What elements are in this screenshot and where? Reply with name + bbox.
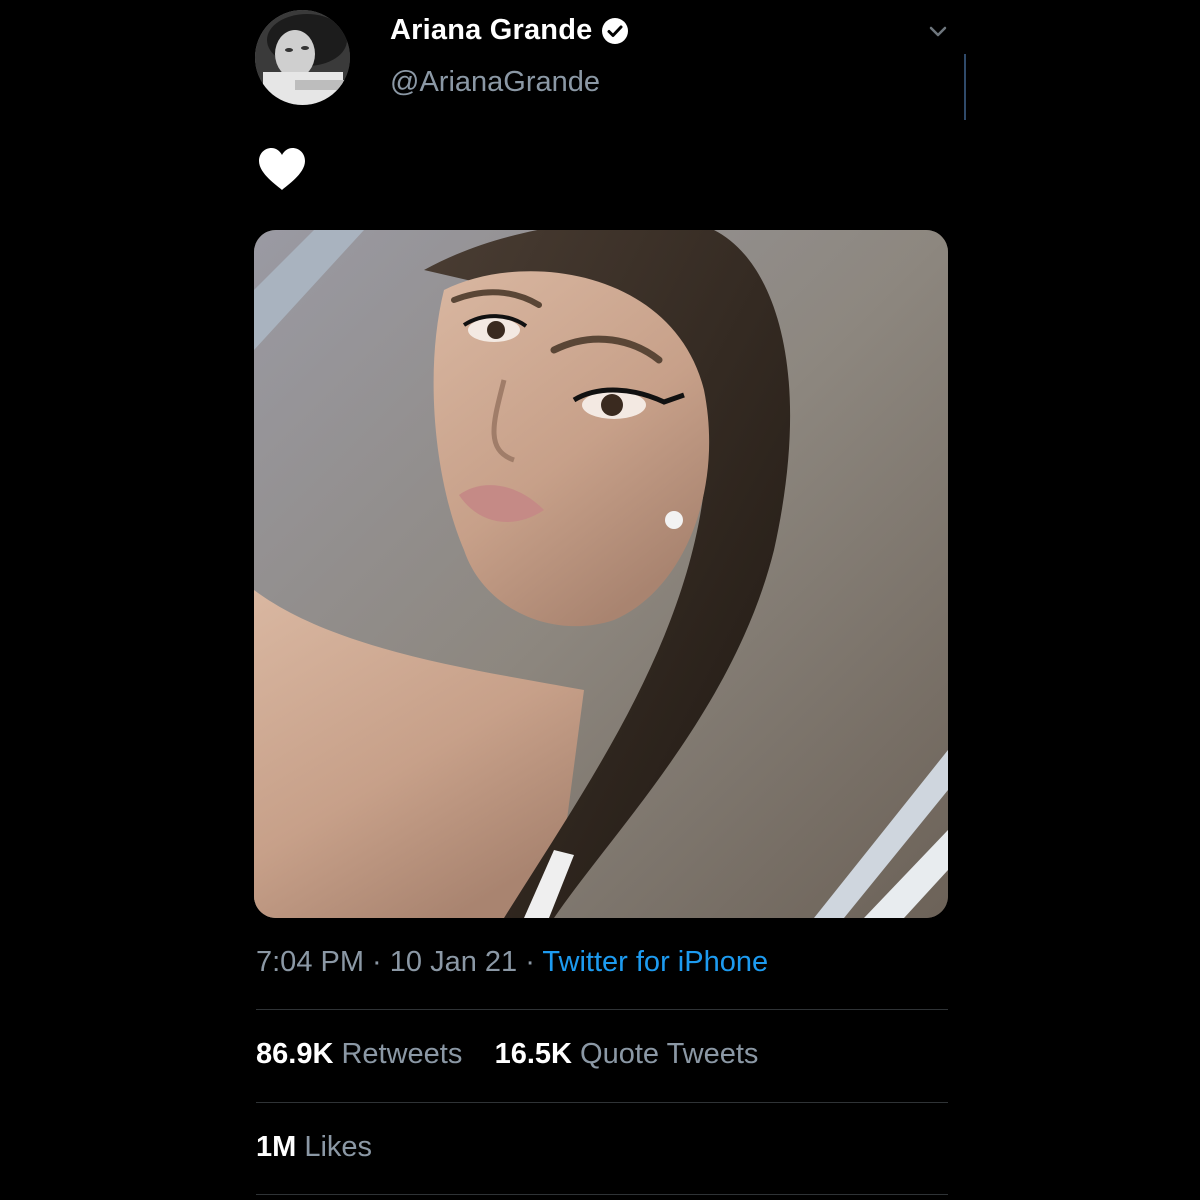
meta-separator: · [364, 946, 390, 978]
tweet-date[interactable]: 10 Jan 21 [390, 946, 517, 978]
divider [256, 1009, 948, 1010]
likes-stat[interactable]: 1M Likes [256, 1131, 372, 1164]
retweets-stat[interactable]: 86.9K Retweets [256, 1038, 462, 1070]
tweet-time[interactable]: 7:04 PM [256, 946, 364, 978]
meta-separator: · [517, 946, 543, 978]
retweets-label: Retweets [341, 1038, 463, 1070]
quote-tweets-stat[interactable]: 16.5K Quote Tweets [495, 1038, 759, 1070]
scrollbar[interactable] [964, 54, 966, 120]
author-handle[interactable]: @ArianaGrande [390, 66, 600, 99]
chevron-down-icon[interactable] [924, 20, 952, 44]
likes-count: 1M [256, 1131, 297, 1163]
quote-tweets-label: Quote Tweets [580, 1038, 759, 1070]
tweet-photo[interactable] [254, 230, 948, 918]
tweet-meta: 7:04 PM · 10 Jan 21 · Twitter for iPhone [256, 946, 768, 979]
white-heart-icon [256, 146, 308, 192]
display-name[interactable]: Ariana Grande [390, 14, 592, 47]
avatar[interactable] [255, 10, 350, 105]
retweets-count: 86.9K [256, 1038, 334, 1070]
verified-badge-icon [600, 16, 630, 46]
divider [256, 1194, 948, 1195]
divider [256, 1102, 948, 1103]
tweet-source-link[interactable]: Twitter for iPhone [542, 946, 768, 978]
likes-label: Likes [304, 1131, 373, 1163]
quote-tweets-count: 16.5K [494, 1038, 572, 1070]
stats-row: 86.9K Retweets 16.5K Quote Tweets [256, 1038, 758, 1071]
author-name-row[interactable]: Ariana Grande [390, 14, 630, 47]
